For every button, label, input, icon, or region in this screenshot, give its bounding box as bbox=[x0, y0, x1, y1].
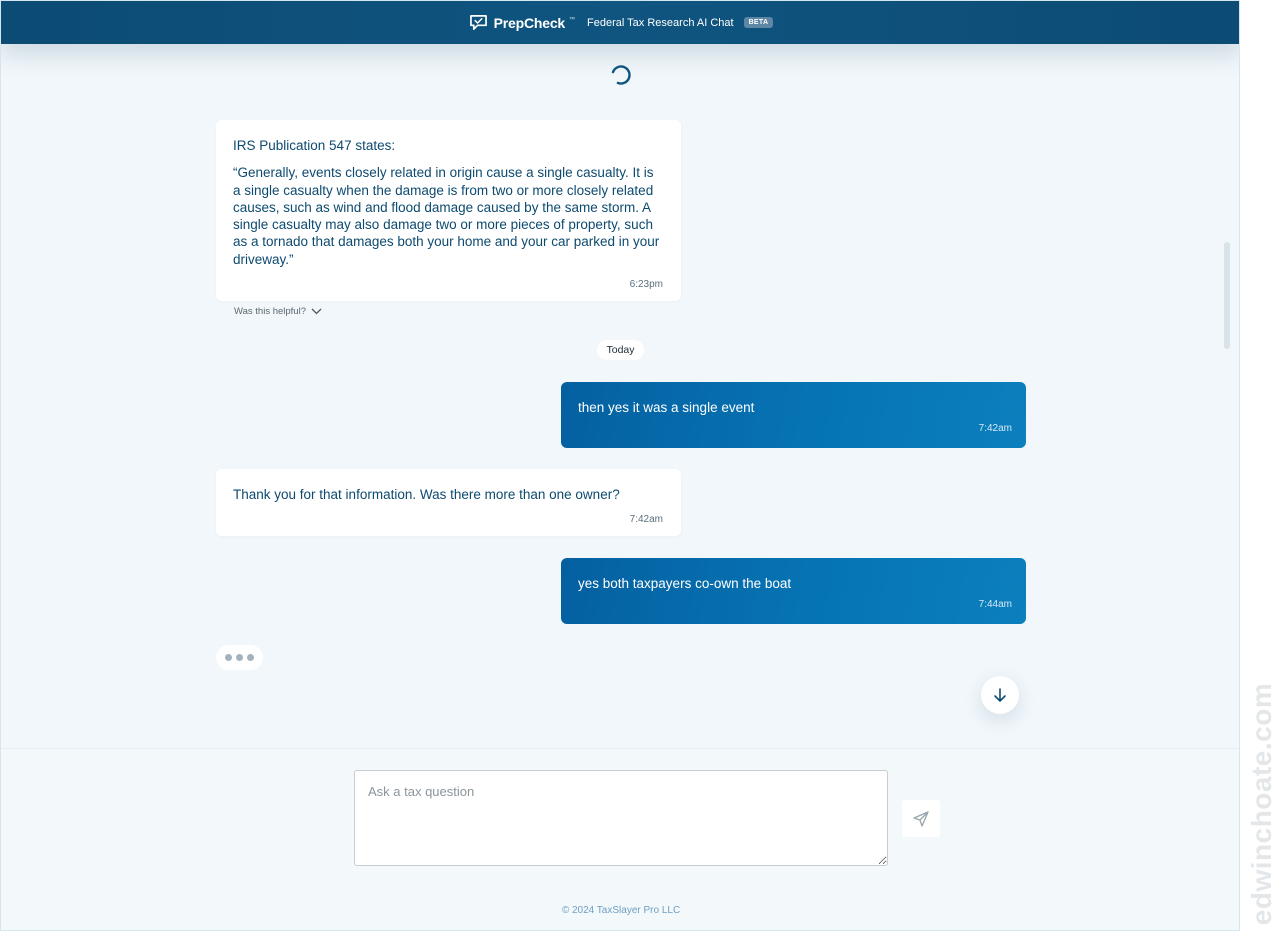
beta-badge: BETA bbox=[743, 17, 774, 28]
chat-app: PrepCheck ™ Federal Tax Research AI Chat… bbox=[0, 0, 1240, 931]
scroll-to-bottom-button[interactable] bbox=[981, 676, 1019, 714]
arrow-down-icon bbox=[994, 688, 1006, 702]
paper-plane-icon bbox=[913, 810, 929, 827]
message-text: Thank you for that information. Was ther… bbox=[233, 487, 620, 502]
date-divider: Today bbox=[597, 340, 644, 360]
trademark-symbol: ™ bbox=[569, 16, 576, 23]
assistant-message: IRS Publication 547 states: “Generally, … bbox=[216, 120, 681, 301]
user-message: then yes it was a single event 7:42am bbox=[561, 382, 1026, 448]
send-button[interactable] bbox=[902, 800, 940, 837]
typing-dot bbox=[225, 654, 232, 661]
message-timestamp: 7:44am bbox=[978, 599, 1012, 610]
typing-dot bbox=[247, 654, 254, 661]
typing-dot bbox=[236, 654, 243, 661]
chevron-down-icon bbox=[311, 308, 322, 315]
spinner-icon bbox=[611, 65, 631, 85]
feedback-toggle[interactable]: Was this helpful? bbox=[234, 306, 322, 317]
watermark: edwinchoate.com bbox=[1246, 678, 1277, 930]
feedback-label: Was this helpful? bbox=[234, 306, 306, 317]
question-input[interactable] bbox=[354, 770, 888, 866]
brand[interactable]: PrepCheck ™ bbox=[469, 14, 575, 31]
watermark-text: edwinchoate.com bbox=[1246, 682, 1277, 926]
brand-name: PrepCheck bbox=[493, 14, 566, 31]
chat-bubble-check-icon bbox=[469, 15, 487, 30]
user-message: yes both taxpayers co-own the boat 7:44a… bbox=[561, 558, 1026, 624]
message-timestamp: 7:42am bbox=[978, 423, 1012, 434]
message-timestamp: 6:23pm bbox=[629, 279, 663, 291]
top-header: PrepCheck ™ Federal Tax Research AI Chat… bbox=[1, 1, 1239, 44]
typing-indicator bbox=[216, 645, 263, 670]
message-text: IRS Publication 547 states: bbox=[233, 138, 396, 153]
copyright-footer: © 2024 TaxSlayer Pro LLC bbox=[561, 905, 681, 916]
message-quote: “Generally, events closely related in or… bbox=[233, 165, 660, 267]
composer: © 2024 TaxSlayer Pro LLC bbox=[1, 748, 1239, 930]
message-timestamp: 7:42am bbox=[629, 514, 663, 526]
message-text: then yes it was a single event bbox=[578, 400, 755, 415]
header-subtitle: Federal Tax Research AI Chat bbox=[587, 16, 734, 29]
assistant-message: Thank you for that information. Was ther… bbox=[216, 469, 681, 536]
scrollbar-thumb[interactable] bbox=[1224, 242, 1230, 349]
message-text: yes both taxpayers co-own the boat bbox=[578, 576, 792, 591]
